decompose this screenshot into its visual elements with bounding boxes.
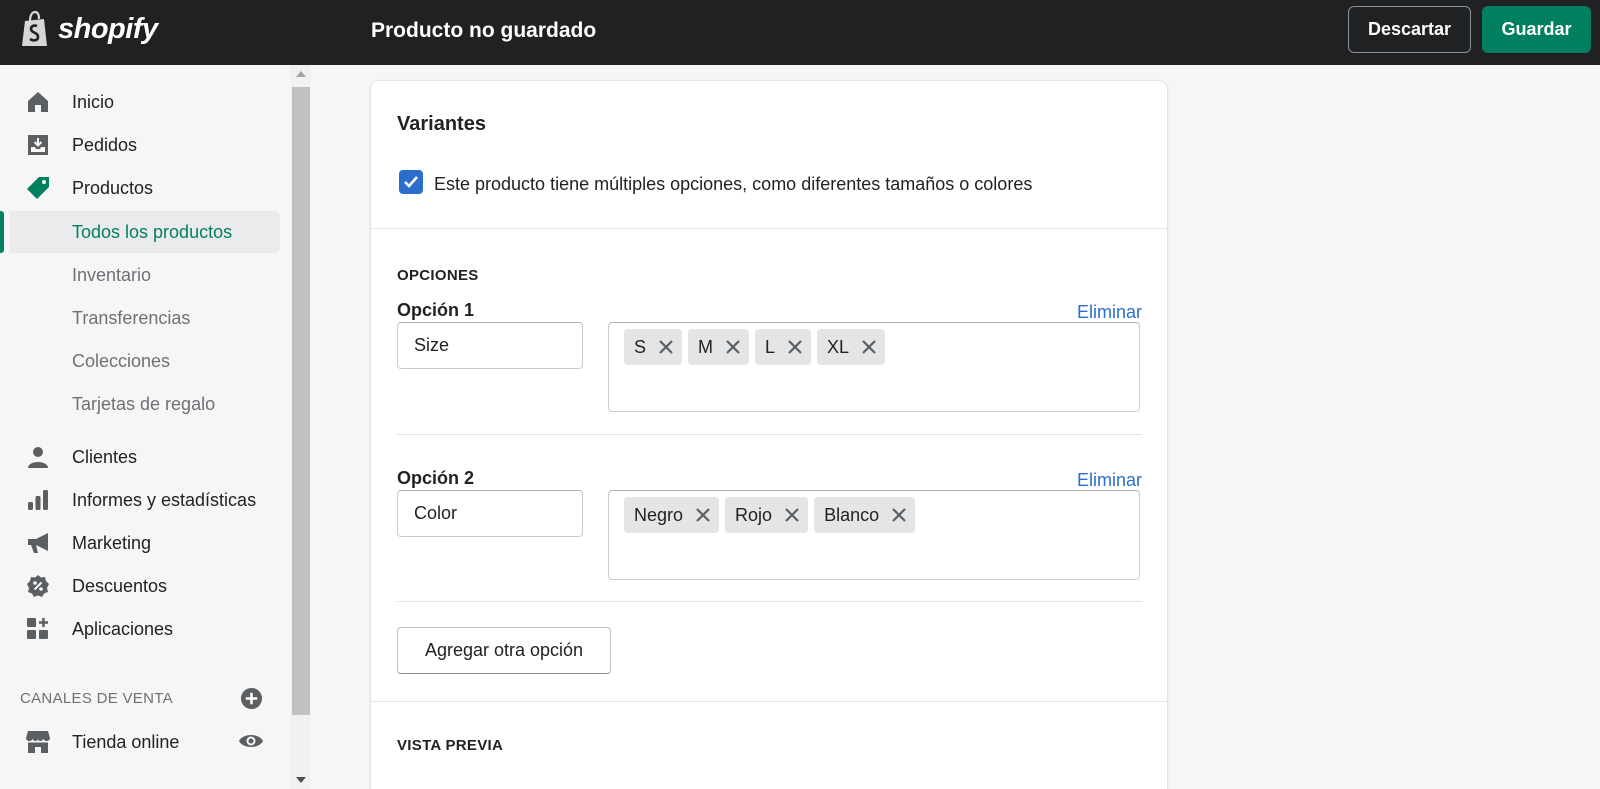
sidebar-item-label: Inventario [72,264,152,285]
active-indicator [0,211,4,253]
scroll-thumb[interactable] [292,87,310,715]
sidebar-item-label: Productos [72,177,154,198]
scroll-down-arrow[interactable] [296,777,306,783]
tag-label: L [765,336,776,357]
sidebar-item-tarjetas-de-regalo[interactable]: Tarjetas de regalo [0,383,280,425]
sidebar-item-label: Aplicaciones [72,618,174,639]
home-icon [25,89,51,115]
tag-label: Rojo [735,504,773,525]
divider [371,228,1167,229]
multiple-options-checkbox[interactable] [399,170,423,194]
sidebar-item-transferencias[interactable]: Transferencias [0,297,280,339]
variants-card: Variantes Este producto tiene múltiples … [371,81,1167,789]
value-tag: S [624,329,683,365]
sidebar-item-clientes[interactable]: Clientes [0,436,280,478]
customer-icon [25,444,51,470]
sidebar-item-label: Inicio [72,91,115,112]
sidebar-item-label: Todos los productos [72,221,233,242]
tag-label: Blanco [824,504,880,525]
tag-label: S [634,336,647,357]
value-tag: Blanco [814,497,916,533]
variants-title: Variantes [397,113,486,135]
sidebar-scrollbar[interactable] [291,65,311,789]
divider [397,434,1142,435]
value-tag: Negro [624,497,720,533]
value-tag: Rojo [725,497,809,533]
sidebar-item-label: Marketing [72,532,152,553]
shopify-bag-icon [22,10,47,46]
sidebar-item-todos-los-productos[interactable]: Todos los productos [10,211,280,253]
divider [371,701,1167,702]
scroll-up-arrow[interactable] [296,71,306,77]
sidebar-item-pedidos[interactable]: Pedidos [0,124,280,166]
close-icon[interactable] [693,505,713,525]
tag-icon [25,175,51,201]
option-2-name-input[interactable] [397,490,583,537]
option-2-values-input[interactable]: Negro Rojo Blanco [608,490,1140,580]
sidebar-item-label: Colecciones [72,350,171,371]
value-tag: XL [817,329,886,365]
value-tag: L [755,329,812,365]
sidebar: Inicio Pedidos Productos Todos los produ… [0,65,290,789]
close-icon[interactable] [723,337,743,357]
divider [397,601,1142,602]
sidebar-item-inicio[interactable]: Inicio [0,81,280,123]
multiple-options-label: Este producto tiene múltiples opciones, … [434,174,1033,194]
close-icon[interactable] [859,337,879,357]
top-bar: shopify Producto no guardado Descartar G… [0,0,1600,65]
sidebar-item-descuentos[interactable]: Descuentos [0,565,280,607]
discount-icon [25,573,51,599]
tag-label: M [698,336,714,357]
store-icon [25,729,51,755]
logo-text: shopify [58,12,158,45]
sidebar-item-label: Descuentos [72,575,168,596]
add-channel-icon[interactable] [240,687,263,710]
option-1-remove-link[interactable]: Eliminar [1077,302,1142,323]
check-icon [404,176,418,188]
close-icon[interactable] [785,337,805,357]
discard-button[interactable]: Descartar [1348,6,1471,53]
preview-heading: VISTA PREVIA [397,737,504,754]
sidebar-item-label: Clientes [72,446,138,467]
page-title: Producto no guardado [371,19,597,42]
option-1-label: Opción 1 [397,300,475,320]
add-option-button[interactable]: Agregar otra opción [397,627,611,674]
close-icon[interactable] [889,505,909,525]
option-2-tags: Negro Rojo Blanco [624,497,916,533]
sidebar-item-marketing[interactable]: Marketing [0,522,280,564]
option-1-values-input[interactable]: S M L XL [608,322,1140,412]
option-1-tags: S M L XL [624,329,886,365]
sidebar-item-label: Transferencias [72,307,191,328]
value-tag: M [688,329,750,365]
option-2-label: Opción 2 [397,468,475,488]
apps-icon [25,616,51,642]
sidebar-item-informes[interactable]: Informes y estadísticas [0,479,280,521]
megaphone-icon [25,530,51,556]
sidebar-item-label: Pedidos [72,134,138,155]
eye-icon[interactable] [238,731,264,751]
shopify-logo[interactable]: shopify [20,10,158,48]
tag-label: Negro [634,504,684,525]
analytics-icon [25,487,51,513]
sidebar-item-label: Informes y estadísticas [72,489,257,510]
sales-channels-heading: CANALES DE VENTA [20,690,173,707]
options-heading: OPCIONES [397,267,479,284]
tag-label: XL [827,336,850,357]
sidebar-item-label: Tarjetas de regalo [72,393,216,414]
sidebar-item-aplicaciones[interactable]: Aplicaciones [0,608,280,650]
option-1-name-input[interactable] [397,322,583,369]
sidebar-item-inventario[interactable]: Inventario [0,254,280,296]
close-icon[interactable] [782,505,802,525]
orders-icon [25,132,51,158]
save-button[interactable]: Guardar [1482,6,1591,53]
sidebar-item-productos[interactable]: Productos [0,167,280,209]
sidebar-item-label: Tienda online [72,731,180,752]
close-icon[interactable] [656,337,676,357]
option-2-remove-link[interactable]: Eliminar [1077,470,1142,491]
sidebar-item-colecciones[interactable]: Colecciones [0,340,280,382]
